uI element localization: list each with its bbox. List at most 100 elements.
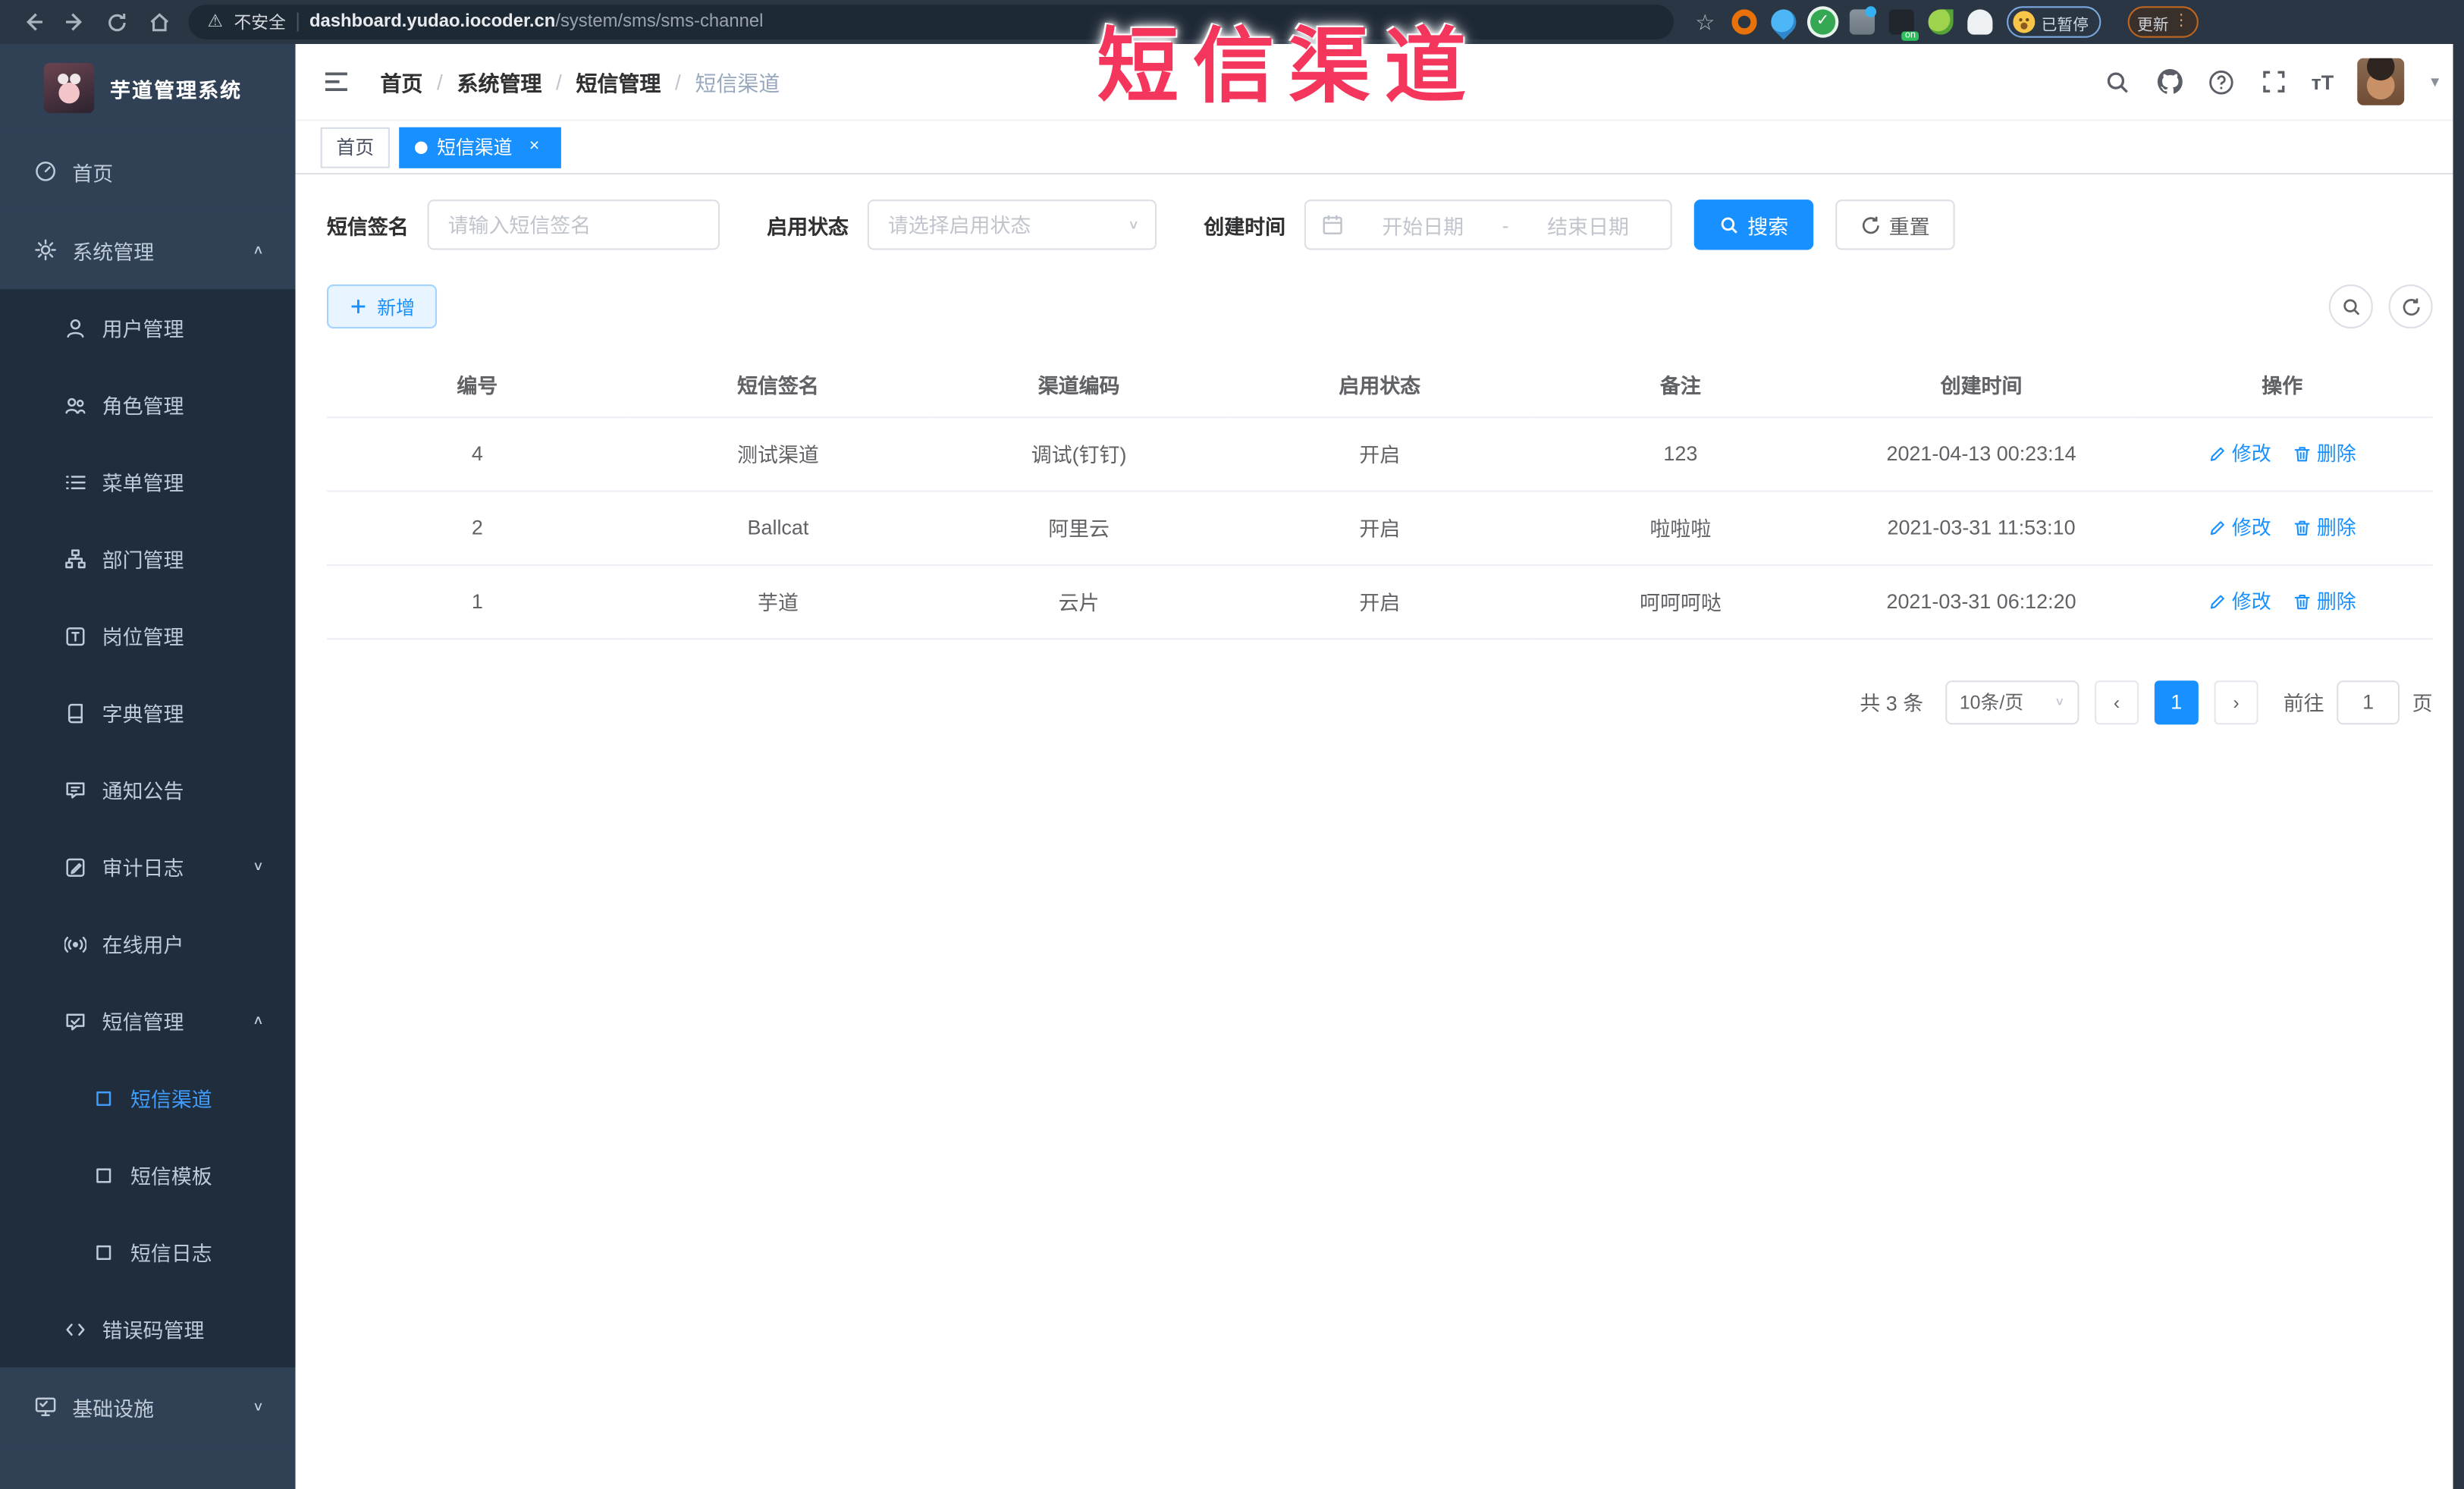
search-form: 短信签名 启用状态 ∨ 创建时间 开始日期 - 结束日期 [327, 199, 2433, 250]
refresh-table-button[interactable] [2388, 284, 2433, 329]
help-question-icon[interactable] [2208, 68, 2236, 96]
sidebar-item-字典管理[interactable]: 字典管理 [0, 674, 296, 752]
cell-id: 1 [326, 564, 628, 639]
profile-paused-badge[interactable]: 已暂停 [2007, 6, 2101, 38]
forward-icon[interactable] [61, 8, 88, 35]
sidebar-item-系统管理[interactable]: 系统管理 ∧ [0, 210, 296, 290]
browser-update-button[interactable]: 更新 ⋮ [2127, 6, 2199, 38]
sign-input[interactable] [428, 201, 718, 249]
sidebar-item-短信渠道[interactable]: 短信渠道 [0, 1059, 296, 1137]
delete-link-label: 删除 [2316, 591, 2356, 614]
breadcrumb-item-首页[interactable]: 首页 [380, 66, 422, 97]
search-icon[interactable] [2104, 68, 2132, 96]
sidebar-item-短信模板[interactable]: 短信模板 [0, 1136, 296, 1214]
sidebar-item-基础设施[interactable]: 基础设施 ∨ [0, 1367, 296, 1447]
sidebar-collapse-icon[interactable] [321, 66, 352, 97]
sidebar-item-短信管理[interactable]: 短信管理 ∧ [0, 982, 296, 1060]
pagination-total: 共 3 条 [1860, 691, 1924, 715]
delete-link[interactable]: 删除 [2293, 438, 2356, 467]
submenu-square-icon [91, 1163, 115, 1186]
vpn-on-extension-icon[interactable] [1888, 9, 1919, 41]
sidebar-item-label: 短信渠道 [130, 1087, 212, 1111]
page-size-select[interactable]: 10条/页 ∨ [1945, 680, 2079, 724]
window-scrollbar[interactable] [2453, 44, 2464, 1489]
sliders-extension-icon[interactable] [1849, 6, 1877, 35]
sidebar-item-岗位管理[interactable]: 岗位管理 [0, 597, 296, 674]
sidebar-item-通知公告[interactable]: 通知公告 [0, 751, 296, 828]
not-secure-warning-icon[interactable]: ⚠ [208, 13, 223, 31]
sms-channel-table: 编号 短信签名 渠道编码 启用状态 备注 创建时间 操作 4 测试渠道 调试(钉钉) 开启 123 2… [326, 353, 2433, 639]
reset-button[interactable]: 重置 [1835, 199, 1955, 250]
breadcrumb-item-系统管理[interactable]: 系统管理 [457, 66, 541, 97]
menu-list-icon [63, 470, 86, 494]
chevron-down-icon: ∨ [1128, 218, 1140, 232]
avatar-caret-down-icon[interactable]: ▼ [2428, 74, 2442, 90]
font-size-icon[interactable]: ᴛT [2312, 70, 2334, 93]
sidebar-item-部门管理[interactable]: 部门管理 [0, 520, 296, 598]
back-icon[interactable] [19, 8, 46, 35]
sidebar-item-角色管理[interactable]: 角色管理 [0, 366, 296, 444]
date-start-placeholder[interactable]: 开始日期 [1356, 210, 1489, 240]
date-end-placeholder[interactable]: 结束日期 [1521, 210, 1655, 240]
ghost-extension-icon[interactable] [1967, 9, 1993, 35]
green-check-extension-icon[interactable]: ✓ [1810, 9, 1836, 35]
breadcrumb-item-短信渠道: 短信渠道 [695, 72, 780, 96]
cell-actions: 修改 删除 [2131, 564, 2433, 639]
sidebar-item-短信日志[interactable]: 短信日志 [0, 1213, 296, 1291]
reload-icon[interactable] [104, 8, 130, 35]
add-button[interactable]: 新增 [326, 284, 438, 329]
goto-page-input[interactable] [2337, 680, 2400, 724]
sidebar-item-label: 字典管理 [102, 702, 184, 727]
gear-icon [33, 238, 57, 262]
github-icon[interactable] [2155, 68, 2183, 96]
next-page-button[interactable]: › [2214, 680, 2258, 724]
sidebar-item-菜单管理[interactable]: 菜单管理 [0, 443, 296, 520]
delete-link[interactable]: 删除 [2293, 511, 2356, 541]
sidebar-item-在线用户[interactable]: 在线用户 [0, 905, 296, 983]
app-title: 芋道管理系统 [110, 77, 243, 102]
search-button[interactable]: 搜索 [1693, 199, 1814, 250]
breadcrumb-item-短信管理[interactable]: 短信管理 [576, 66, 661, 97]
avatar[interactable] [2357, 58, 2405, 105]
edit-link-label: 修改 [2231, 443, 2271, 466]
browser-menu-kebab-icon[interactable]: ⋮ [2174, 14, 2189, 30]
edit-link[interactable]: 修改 [2208, 438, 2271, 467]
status-label: 启用状态 [767, 214, 849, 238]
cell-created: 2021-04-13 00:23:14 [1831, 416, 2132, 492]
edit-link[interactable]: 修改 [2208, 511, 2271, 541]
leaf-extension-icon[interactable] [1928, 9, 1954, 35]
home-icon[interactable] [146, 8, 173, 35]
column-header-操作: 操作 [2131, 353, 2433, 418]
cell-actions: 修改 删除 [2131, 490, 2433, 565]
close-tab-icon[interactable]: × [523, 136, 545, 158]
app-logo: 芋道管理系统 [0, 44, 296, 132]
bookmark-star-icon[interactable]: ☆ [1693, 9, 1718, 34]
status-select-input[interactable] [868, 201, 1156, 249]
edit-link[interactable]: 修改 [2208, 585, 2271, 614]
rabbit-logo-icon [44, 62, 95, 114]
sidebar-item-错误码管理[interactable]: 错误码管理 [0, 1290, 296, 1368]
location-pin-extension-icon[interactable] [1766, 4, 1802, 40]
orange-ring-extension-icon[interactable] [1731, 9, 1757, 35]
edit-pencil-icon [2208, 443, 2227, 462]
prev-page-button[interactable]: ‹ [2095, 680, 2139, 724]
cell-status: 开启 [1229, 564, 1530, 639]
tab-首页[interactable]: 首页 [320, 126, 390, 168]
submenu-square-icon [91, 1240, 115, 1264]
column-header-渠道编码: 渠道编码 [928, 353, 1229, 418]
date-range-picker[interactable]: 开始日期 - 结束日期 [1304, 199, 1672, 250]
sidebar-item-用户管理[interactable]: 用户管理 [0, 289, 296, 366]
sidebar-item-label: 菜单管理 [102, 471, 184, 495]
sidebar-item-label: 在线用户 [102, 933, 184, 957]
search-button-icon [1719, 215, 1740, 235]
fullscreen-icon[interactable] [2259, 68, 2287, 96]
tab-短信渠道[interactable]: 短信渠道 × [399, 126, 561, 168]
status-select[interactable]: ∨ [867, 199, 1157, 250]
address-bar[interactable]: ⚠ 不安全 dashboard.yudao.iocoder.cn/system/… [188, 5, 1674, 39]
toggle-search-button[interactable] [2328, 284, 2373, 329]
sidebar-item-首页[interactable]: 首页 [0, 132, 296, 211]
sidebar-item-审计日志[interactable]: 审计日志 ∨ [0, 828, 296, 906]
page-number-1[interactable]: 1 [2154, 680, 2199, 724]
delete-link[interactable]: 删除 [2293, 585, 2356, 614]
chevron-down-icon: ∨ [252, 859, 265, 874]
